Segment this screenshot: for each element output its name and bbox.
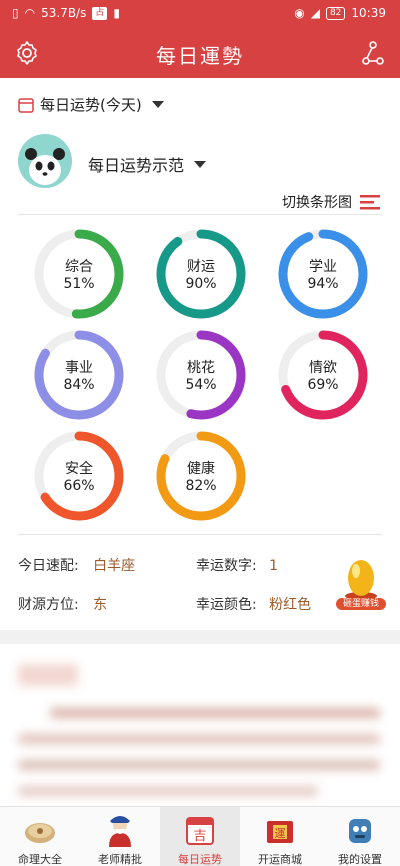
wealth-direction-label: 财源方位: bbox=[18, 597, 79, 613]
fortune-percent: 66% bbox=[63, 478, 95, 494]
notification-icon: ▮ bbox=[113, 6, 120, 20]
smash-egg-button[interactable]: 砸蛋赚钱 bbox=[336, 556, 386, 612]
fortune-name: 学业 bbox=[309, 259, 337, 275]
calendar-ji-icon: 吉 bbox=[186, 817, 214, 845]
fortune-ring: 综合 51% bbox=[33, 228, 125, 320]
nav-label: 老师精批 bbox=[98, 853, 142, 866]
fortune-percent: 51% bbox=[63, 276, 95, 292]
avatar[interactable] bbox=[18, 134, 72, 188]
shop-icon: 運 bbox=[267, 821, 293, 843]
switch-label: 切换条形图 bbox=[282, 195, 352, 211]
clock: 10:39 bbox=[351, 6, 386, 20]
fortune-name: 综合 bbox=[65, 259, 93, 275]
panda-avatar-icon bbox=[25, 148, 65, 185]
app-header: 每日運勢 bbox=[0, 28, 400, 78]
wealth-direction-value: 东 bbox=[93, 597, 108, 613]
article-preview[interactable] bbox=[0, 644, 400, 806]
divider bbox=[18, 214, 382, 215]
calendar-icon bbox=[18, 97, 34, 113]
signal-icon: ◢ bbox=[310, 6, 320, 20]
lucky-number-label: 幸运数字: bbox=[196, 558, 257, 574]
fortune-percent: 90% bbox=[185, 276, 217, 292]
fortune-ring: 事业 84% bbox=[33, 329, 125, 421]
fortune-percent: 94% bbox=[307, 276, 339, 292]
fortune-ring: 财运 90% bbox=[155, 228, 247, 320]
master-icon bbox=[109, 816, 131, 847]
bottom-navigation: 命理大全 老师精批 吉 每日运势 運 开运商城 我的设置 bbox=[0, 806, 400, 866]
svg-text:吉: 吉 bbox=[193, 829, 206, 844]
fortune-ring: 健康 82% bbox=[155, 430, 247, 522]
profile-selector[interactable]: 每日运势示范 bbox=[88, 152, 207, 176]
lucky-number-value: 1 bbox=[269, 558, 279, 574]
nav-item-master-review[interactable]: 老师精批 bbox=[80, 807, 160, 866]
date-selector-label: 每日运势(今天) bbox=[40, 96, 142, 114]
smash-egg-label: 砸蛋赚钱 bbox=[336, 598, 386, 610]
lucky-color-value: 粉红色 bbox=[269, 597, 312, 613]
fortune-ring: 学业 94% bbox=[277, 228, 369, 320]
status-bar: ▯ ◠ 53.7B/s 占 ▮ ◉ ◢ 82 10:39 bbox=[0, 0, 400, 28]
fortune-name: 财运 bbox=[187, 259, 215, 275]
nav-label: 每日运势 bbox=[178, 853, 222, 866]
golden-egg-icon bbox=[345, 560, 377, 600]
match-row: 今日速配: 白羊座 bbox=[18, 555, 135, 575]
nav-item-my-settings[interactable]: 我的设置 bbox=[320, 807, 400, 866]
fortune-name: 情欲 bbox=[309, 360, 337, 376]
eye-icon: ◉ bbox=[294, 6, 305, 20]
svg-text:運: 運 bbox=[275, 827, 286, 840]
fortune-percent: 69% bbox=[307, 377, 339, 393]
network-speed: 53.7B/s bbox=[41, 6, 87, 20]
nav-item-lucky-shop[interactable]: 運 开运商城 bbox=[240, 807, 320, 866]
fortune-name: 健康 bbox=[187, 461, 215, 477]
dropdown-caret-icon bbox=[194, 160, 207, 168]
nav-item-daily-fortune[interactable]: 吉 每日运势 bbox=[160, 807, 240, 866]
wealth-direction-row: 财源方位: 东 bbox=[18, 594, 107, 614]
sim-icon: ▯ bbox=[12, 6, 19, 20]
fortune-name: 安全 bbox=[65, 461, 93, 477]
page-title: 每日運勢 bbox=[156, 44, 244, 68]
fortune-name: 桃花 bbox=[187, 360, 215, 376]
fortune-ring: 安全 66% bbox=[33, 430, 125, 522]
switch-bar-chart-button[interactable]: 切换条形图 bbox=[282, 192, 380, 212]
fortune-ring: 桃花 54% bbox=[155, 329, 247, 421]
lucky-number-row: 幸运数字: 1 bbox=[196, 555, 278, 575]
fortune-percent: 82% bbox=[185, 478, 217, 494]
divider bbox=[18, 534, 382, 535]
profile-settings-icon bbox=[349, 819, 371, 843]
blurred-content bbox=[0, 644, 400, 806]
match-value: 白羊座 bbox=[93, 558, 136, 574]
dropdown-caret-icon bbox=[151, 101, 164, 108]
wifi-icon: ◠ bbox=[24, 6, 36, 20]
section-gap bbox=[0, 630, 400, 644]
profile-name: 每日运势示范 bbox=[88, 156, 185, 175]
nav-label: 开运商城 bbox=[258, 853, 302, 866]
fortune-ring: 情欲 69% bbox=[277, 329, 369, 421]
nav-label: 我的设置 bbox=[338, 853, 382, 866]
fortune-percent: 84% bbox=[63, 377, 95, 393]
nav-label: 命理大全 bbox=[18, 853, 62, 866]
fortune-percent: 54% bbox=[185, 377, 217, 393]
lucky-color-label: 幸运颜色: bbox=[196, 597, 257, 613]
share-icon[interactable] bbox=[360, 40, 386, 66]
fortune-name: 事业 bbox=[65, 360, 93, 376]
bar-chart-icon bbox=[360, 195, 380, 210]
fortune-wheel-icon bbox=[25, 823, 55, 843]
app-badge: 占 bbox=[92, 6, 108, 20]
nav-item-fortune-encyclopedia[interactable]: 命理大全 bbox=[0, 807, 80, 866]
battery-indicator: 82 bbox=[325, 6, 346, 20]
lucky-color-row: 幸运颜色: 粉红色 bbox=[196, 594, 311, 614]
match-label: 今日速配: bbox=[18, 558, 79, 574]
date-selector[interactable]: 每日运势(今天) bbox=[18, 94, 164, 115]
